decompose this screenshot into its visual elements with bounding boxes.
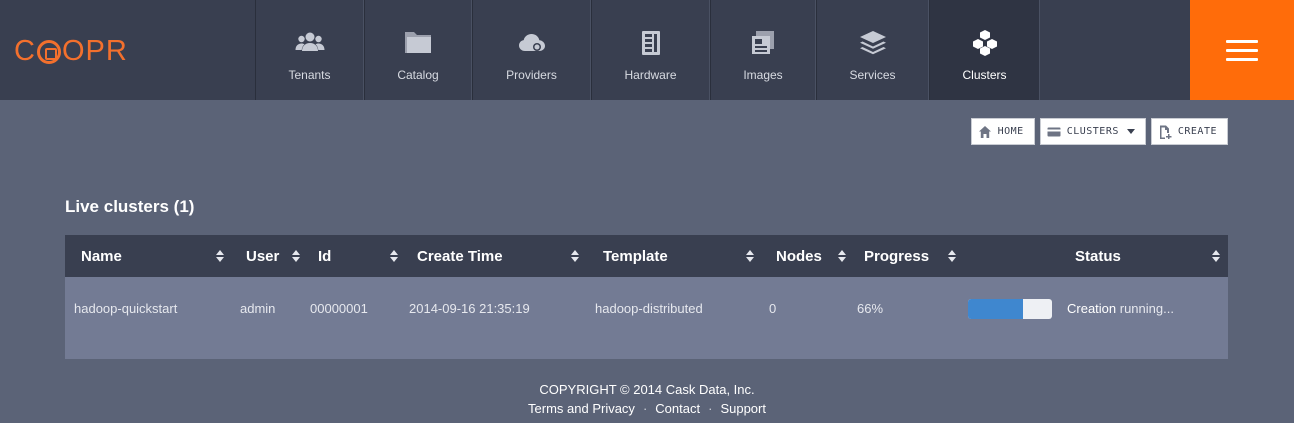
column-header-label: Progress [864, 247, 930, 265]
nav-label: Services [849, 68, 896, 82]
logo-text-start: C [14, 35, 36, 67]
new-file-icon [1159, 125, 1172, 139]
logo-text-end: OPR [61, 35, 128, 67]
sort-icon[interactable] [571, 250, 579, 262]
column-header-progress[interactable]: Progress [864, 235, 929, 277]
cloud-icon [518, 34, 545, 51]
column-header-label: User [246, 247, 280, 265]
nav-item-hardware[interactable]: Hardware [591, 0, 710, 100]
separator: · [642, 401, 648, 416]
clusters-button-label: CLUSTERS [1066, 126, 1119, 137]
home-button[interactable]: HOME [970, 118, 1035, 145]
top-navbar: C OPR Tenants Catalog Providers Hardware… [0, 0, 1294, 100]
home-icon [978, 125, 991, 138]
nav-label: Images [743, 68, 783, 82]
home-button-label: HOME [997, 126, 1024, 137]
nav-item-images[interactable]: Images [710, 0, 816, 100]
cell-status: Creation running... [1067, 301, 1174, 316]
create-button[interactable]: CREATE [1150, 118, 1228, 145]
cell-user: admin [240, 301, 276, 316]
image-icon [752, 31, 774, 54]
layers-icon [859, 31, 886, 55]
support-link[interactable]: Support [720, 401, 766, 416]
nav-label: Catalog [397, 68, 439, 82]
progress-bar-fill [968, 299, 1024, 319]
sort-icon[interactable] [838, 250, 846, 262]
users-icon [295, 32, 324, 51]
status-label: Creation [1067, 301, 1117, 316]
column-header-label: Status [1075, 247, 1121, 265]
nav-label: Tenants [288, 68, 331, 82]
clusters-dropdown-button[interactable]: CLUSTERS [1039, 118, 1146, 145]
coopr-logo[interactable]: C OPR [14, 35, 128, 68]
table-header: Name User Id Create Time Template Nodes … [65, 235, 1228, 277]
cell-template: hadoop-distributed [595, 301, 703, 316]
column-header-label: Name [81, 247, 122, 265]
progress-bar [968, 299, 1052, 319]
column-header-nodes[interactable]: Nodes [776, 235, 822, 277]
nav-item-services[interactable]: Services [816, 0, 929, 100]
action-toolbar: HOME CLUSTERS CREATE [970, 118, 1228, 145]
cell-nodes: 0 [769, 301, 777, 316]
column-header-template[interactable]: Template [603, 235, 668, 277]
cubes-icon [972, 30, 997, 56]
terms-link[interactable]: Terms and Privacy [528, 401, 635, 416]
folder-icon [405, 32, 431, 53]
cell-id: 00000001 [310, 301, 368, 316]
separator: · [708, 401, 713, 416]
column-header-label: Nodes [776, 247, 822, 265]
copyright-text: COPYRIGHT © 2014 Cask Data, Inc. [539, 382, 755, 397]
footer: COPYRIGHT © 2014 Cask Data, Inc. Terms a… [0, 382, 1294, 416]
nav-item-catalog[interactable]: Catalog [364, 0, 472, 100]
column-header-id[interactable]: Id [318, 235, 331, 277]
card-icon [1047, 127, 1061, 136]
cell-name[interactable]: hadoop-quickstart [74, 301, 177, 316]
hamburger-menu-button[interactable] [1190, 0, 1294, 100]
server-icon [641, 31, 660, 55]
sort-icon[interactable] [1212, 250, 1220, 262]
cell-progress: 66% [857, 301, 884, 316]
sort-icon[interactable] [390, 250, 398, 262]
main-nav: Tenants Catalog Providers Hardware Image… [255, 0, 1040, 100]
column-header-name[interactable]: Name [81, 235, 122, 277]
column-header-status[interactable]: Status [1075, 235, 1121, 277]
hamburger-line [1226, 39, 1258, 43]
sort-icon[interactable] [292, 250, 300, 262]
hamburger-line [1226, 48, 1258, 52]
logo-mark-icon [36, 39, 61, 64]
column-header-label: Id [318, 247, 332, 265]
column-header-label: Create Time [417, 247, 503, 265]
status-detail: running... [1116, 301, 1174, 316]
table-row[interactable]: hadoop-quickstart admin 00000001 2014-09… [65, 277, 1228, 359]
sort-icon[interactable] [216, 250, 224, 262]
contact-link[interactable]: Contact [655, 401, 700, 416]
sort-icon[interactable] [746, 250, 754, 262]
nav-label: Clusters [962, 68, 1007, 82]
create-button-label: CREATE [1177, 126, 1217, 137]
live-clusters-heading: Live clusters (1) [65, 197, 195, 216]
column-header-user[interactable]: User [246, 235, 279, 277]
footer-links: Terms and Privacy · Contact · Support [0, 401, 1294, 416]
nav-item-clusters[interactable]: Clusters [929, 0, 1040, 100]
column-header-label: Template [603, 247, 668, 265]
clusters-table: Name User Id Create Time Template Nodes … [65, 235, 1228, 359]
cell-create-time: 2014-09-16 21:35:19 [409, 301, 530, 316]
nav-item-tenants[interactable]: Tenants [255, 0, 364, 100]
caret-down-icon [1126, 129, 1135, 134]
hamburger-line [1226, 57, 1258, 61]
sort-icon[interactable] [948, 250, 956, 262]
nav-label: Hardware [624, 68, 677, 82]
column-header-create-time[interactable]: Create Time [417, 235, 503, 277]
nav-item-providers[interactable]: Providers [472, 0, 591, 100]
nav-label: Providers [506, 68, 557, 82]
